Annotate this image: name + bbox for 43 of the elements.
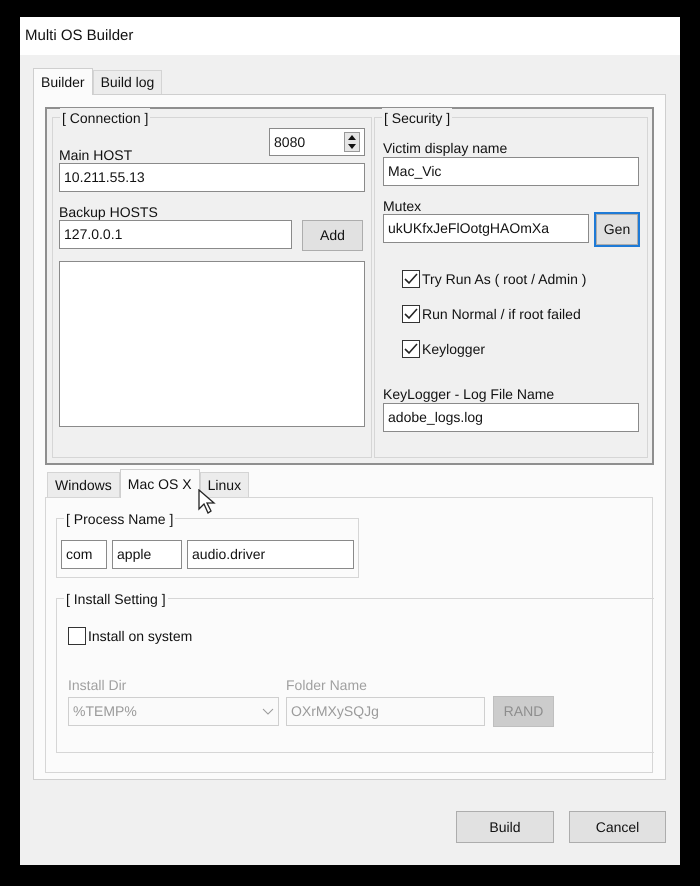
field-label: KeyLogger - Log File Name [383, 386, 556, 402]
input-field[interactable]: adobe_logs.log [383, 403, 639, 432]
checkbox[interactable] [402, 270, 420, 288]
dropdown-value: %TEMP% [73, 702, 137, 721]
input-field[interactable]: ukUKfxJeFlOotgHAOmXa [383, 214, 589, 243]
tab[interactable]: Build log [92, 70, 162, 94]
group-title: [ Connection ] [60, 108, 150, 129]
group-title: [ Security ] [382, 108, 452, 129]
tab[interactable]: Linux [200, 472, 250, 497]
field-label: Backup HOSTS [59, 204, 159, 220]
port-spinner[interactable]: 8080 [269, 128, 365, 156]
checkbox-label: Run Normal / if root failed [422, 304, 581, 324]
field-label: Mutex [383, 198, 422, 214]
field-label: Victim display name [383, 140, 508, 156]
input-field[interactable]: apple [112, 540, 182, 569]
tab[interactable]: Windows [47, 472, 120, 497]
cancel-button[interactable]: Cancel [569, 811, 666, 843]
input-field[interactable]: audio.driver [187, 540, 354, 569]
checkbox-label: Keylogger [422, 340, 486, 359]
checkbox[interactable] [402, 340, 420, 358]
tab[interactable]: Mac OS X [120, 469, 200, 498]
window-title: Multi OS Builder [25, 26, 134, 46]
field-label: Main HOST [59, 147, 134, 163]
spin-arrows-icon [344, 132, 360, 152]
field-label: Folder Name [286, 677, 368, 693]
checkbox[interactable] [68, 627, 86, 645]
build-button[interactable]: Build [456, 811, 554, 843]
checkmark-icon [404, 343, 418, 355]
input-field[interactable]: 10.211.55.13 [59, 163, 365, 192]
gen-button[interactable]: Gen [596, 214, 638, 245]
tab[interactable]: Builder [33, 68, 93, 95]
checkbox-label: Try Run As ( root / Admin ) [422, 270, 586, 289]
field-label: Install Dir [68, 677, 128, 693]
input-field[interactable]: 127.0.0.1 [59, 220, 292, 249]
port-value: 8080 [274, 132, 306, 152]
input-field[interactable]: com [61, 540, 107, 569]
checkbox-label: Install on system [88, 626, 192, 646]
checkmark-icon [404, 308, 418, 320]
add-button[interactable]: Add [302, 220, 363, 251]
input-field[interactable]: Mac_Vic [383, 157, 639, 186]
checkbox[interactable] [402, 305, 420, 323]
checkmark-icon [404, 273, 418, 285]
chevron-down-icon [262, 708, 274, 716]
